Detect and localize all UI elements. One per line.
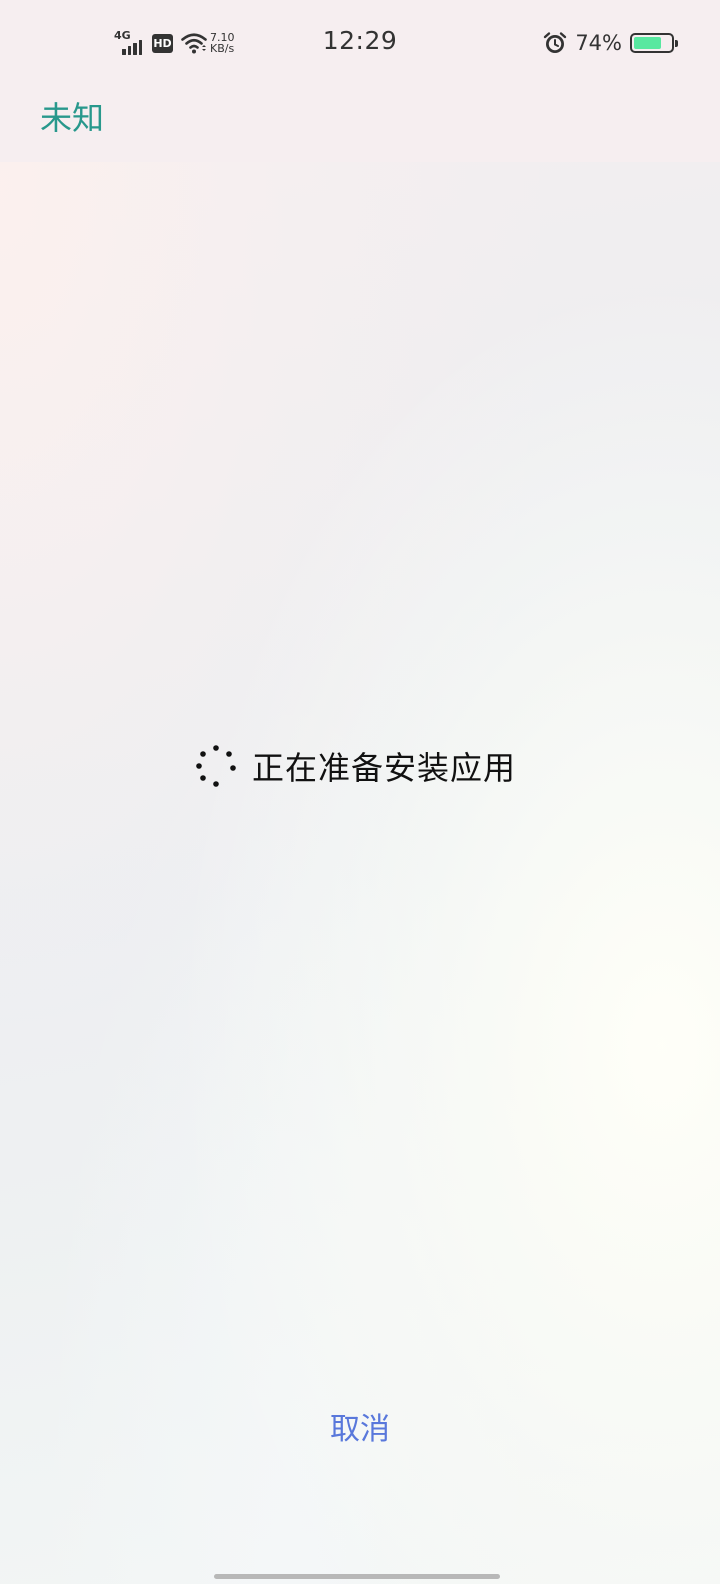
loading-indicator: 正在准备安装应用 (194, 742, 516, 790)
alarm-icon (544, 32, 567, 53)
screen: 4G HD 7.10 KB/s 12:29 74% 未知 正在准备安装应用 取消 (0, 0, 720, 1584)
battery-icon (630, 33, 678, 53)
home-indicator[interactable] (214, 1574, 500, 1579)
status-right: 74% (543, 30, 678, 56)
status-bar: 4G HD 7.10 KB/s 12:29 74% (0, 0, 720, 88)
loading-text: 正在准备安装应用 (252, 749, 517, 787)
spinner-icon (196, 745, 236, 787)
app-bar: 未知 (0, 88, 720, 162)
battery-cap (675, 40, 678, 47)
battery-percent: 74% (575, 31, 622, 55)
app-title: 未知 (40, 99, 105, 137)
cancel-button[interactable]: 取消 (260, 1398, 460, 1454)
battery-level-fill (634, 37, 661, 49)
